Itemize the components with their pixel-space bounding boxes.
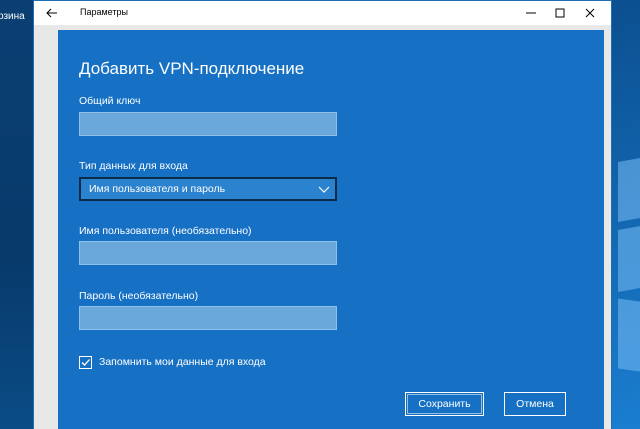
username-label: Имя пользователя (необязательно) xyxy=(79,225,252,237)
close-button[interactable] xyxy=(580,4,600,22)
desktop-right-strip xyxy=(612,0,640,429)
desktop-left-strip: рзина xyxy=(0,0,34,429)
checkmark-icon xyxy=(81,359,90,366)
windows-logo-pane xyxy=(618,226,640,292)
back-arrow-icon xyxy=(46,8,57,18)
password-label: Пароль (необязательно) xyxy=(79,290,199,302)
title-bar[interactable]: Параметры xyxy=(34,1,611,25)
windows-logo-pane xyxy=(618,298,640,372)
window-title: Параметры xyxy=(80,7,128,17)
cancel-button[interactable]: Отмена xyxy=(504,392,566,416)
sign-in-type-value: Имя пользователя и пароль xyxy=(89,183,226,195)
windows-logo-pane xyxy=(618,158,640,222)
close-icon xyxy=(585,8,595,18)
save-button[interactable]: Сохранить xyxy=(405,392,484,416)
sign-in-type-label: Тип данных для входа xyxy=(79,160,188,172)
add-vpn-dialog: Добавить VPN-подключение Общий ключ Тип … xyxy=(58,30,604,429)
recycle-bin-label[interactable]: рзина xyxy=(0,11,25,22)
remember-checkbox[interactable] xyxy=(79,356,92,369)
remember-label: Запомнить мои данные для входа xyxy=(99,356,266,368)
sign-in-type-select[interactable]: Имя пользователя и пароль xyxy=(79,177,337,201)
pre-shared-key-label: Общий ключ xyxy=(79,95,141,107)
chevron-down-icon xyxy=(318,186,330,193)
password-input[interactable] xyxy=(79,306,337,330)
maximize-button[interactable] xyxy=(550,4,570,22)
minimize-icon xyxy=(526,12,536,14)
dialog-title: Добавить VPN-подключение xyxy=(79,59,305,78)
pre-shared-key-input[interactable] xyxy=(79,112,337,136)
username-input[interactable] xyxy=(79,241,337,265)
back-button[interactable] xyxy=(42,4,62,22)
maximize-icon xyxy=(555,8,565,18)
minimize-button[interactable] xyxy=(521,4,541,22)
